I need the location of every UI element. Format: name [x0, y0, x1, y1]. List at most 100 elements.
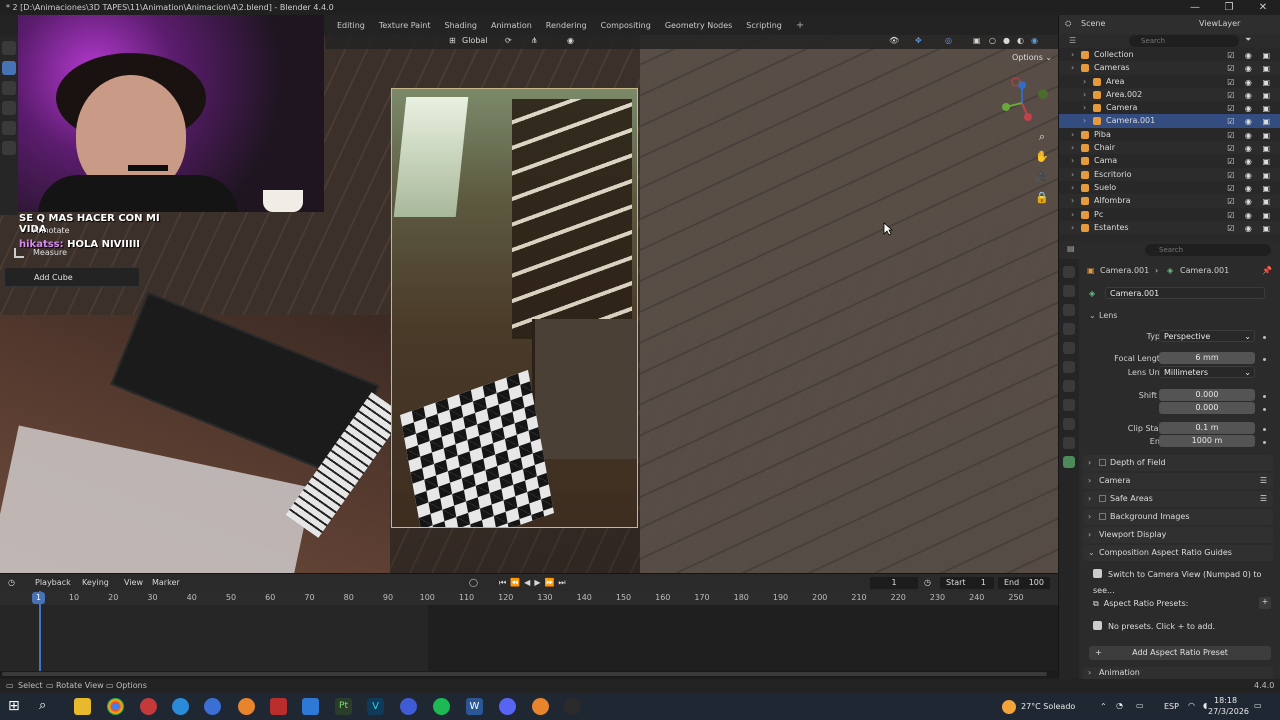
clock-time[interactable]: 18:18 — [1214, 696, 1237, 705]
tray-overflow-icon[interactable]: ⌃ — [1100, 702, 1107, 711]
pivot-icon[interactable]: ⟳ — [505, 36, 512, 45]
language-indicator[interactable]: ESP — [1164, 702, 1179, 711]
substance-painter-icon[interactable]: Pt — [335, 698, 352, 715]
workspace-tab[interactable]: Shading — [438, 21, 485, 30]
expand-arrow-icon[interactable]: › — [1071, 141, 1074, 154]
expand-arrow-icon[interactable]: › — [1071, 194, 1074, 207]
properties-search-input[interactable]: Search — [1145, 244, 1271, 256]
app-icon[interactable] — [400, 698, 417, 715]
navigation-gizmo[interactable] — [996, 77, 1048, 129]
record-icon[interactable]: ◯ — [469, 578, 478, 587]
outliner-row[interactable]: › Piba ☑ ◉ ▣ — [1059, 128, 1280, 141]
overlays-icon[interactable]: ◎ — [945, 36, 952, 45]
visibility-icon[interactable]: 👁 — [889, 36, 899, 45]
visibility-toggles[interactable]: ☑ ◉ ▣ — [1227, 182, 1274, 195]
blender-menu-icon[interactable] — [2, 41, 16, 55]
workspace-tab[interactable]: Geometry Nodes — [658, 21, 739, 30]
visibility-toggles[interactable]: ☑ ◉ ▣ — [1227, 76, 1274, 89]
snap-icon[interactable]: ⋔ — [531, 36, 538, 45]
camera-view-icon[interactable]: 🎥 — [1035, 170, 1049, 184]
constraints-tab-icon[interactable] — [1063, 437, 1075, 449]
chrome-icon[interactable] — [107, 698, 124, 715]
app-icon[interactable] — [204, 698, 221, 715]
tool-annotate[interactable]: Annotate — [4, 225, 140, 236]
animate-dot[interactable] — [1263, 358, 1266, 361]
rotate-tool-icon[interactable] — [2, 121, 16, 135]
depth-of-field-panel[interactable]: › Depth of Field — [1083, 455, 1273, 471]
focal-length-field[interactable]: 6 mm — [1159, 352, 1255, 364]
expand-arrow-icon[interactable]: › — [1071, 128, 1074, 141]
viewlayer-selector[interactable]: ViewLayer — [1199, 19, 1240, 28]
expand-arrow-icon[interactable]: › — [1071, 181, 1074, 194]
shift-x-field[interactable]: 0.000 — [1159, 389, 1255, 401]
windows-start-icon[interactable]: ⊞ — [8, 698, 25, 715]
tool-add-cube[interactable]: Add Cube — [4, 267, 140, 287]
word-icon[interactable]: W — [466, 698, 483, 715]
shading-wire-icon[interactable]: ○ — [989, 36, 996, 45]
opera-icon[interactable] — [140, 698, 157, 715]
outliner-row[interactable]: › Estantes ☑ ◉ ▣ — [1059, 220, 1280, 235]
orientation-icon[interactable]: ⊞ — [449, 36, 456, 45]
lens-collapse-icon[interactable]: ⌄ — [1089, 311, 1096, 320]
scene-icon[interactable]: ⛭ — [1065, 19, 1071, 29]
properties-editor-icon[interactable]: ▤ — [1067, 244, 1075, 253]
visibility-toggles[interactable]: ☑ ◉ ▣ — [1227, 129, 1274, 142]
visibility-toggles[interactable]: ☑ ◉ ▣ — [1227, 142, 1274, 155]
expand-arrow-icon[interactable]: › — [1083, 88, 1086, 101]
visibility-toggles[interactable]: ☑ ◉ ▣ — [1227, 62, 1274, 75]
visibility-toggles[interactable]: ☑ ◉ ▣ — [1227, 155, 1274, 168]
expand-arrow-icon[interactable]: › — [1071, 208, 1074, 221]
clock-date[interactable]: 27/3/2026 — [1208, 707, 1249, 716]
add-workspace-button[interactable]: + — [789, 20, 811, 31]
zoom-icon[interactable]: ⌕ — [1035, 130, 1049, 144]
current-frame-field[interactable]: 1 — [870, 577, 918, 589]
close-button[interactable]: ✕ — [1246, 0, 1280, 15]
pin-icon[interactable]: 📌 — [1262, 266, 1272, 275]
clip-end-field[interactable]: 1000 m — [1159, 435, 1255, 447]
shift-y-field[interactable]: 0.000 — [1159, 402, 1255, 414]
expand-arrow-icon[interactable]: › — [1071, 168, 1074, 181]
workspace-tab[interactable]: Compositing — [594, 21, 658, 30]
weather-icon[interactable] — [1002, 700, 1016, 714]
shading-solid-icon[interactable]: ● — [1003, 36, 1010, 45]
edge-icon[interactable] — [172, 698, 189, 715]
network-icon[interactable]: ▭ — [1136, 701, 1144, 710]
background-images-panel[interactable]: › Background Images — [1083, 509, 1273, 525]
workspace-tab[interactable]: Scripting — [739, 21, 789, 30]
clock-icon[interactable]: ◷ — [924, 578, 931, 587]
minimize-button[interactable]: — — [1178, 0, 1212, 15]
visibility-toggles[interactable]: ☑ ◉ ▣ — [1227, 115, 1274, 128]
outliner-row[interactable]: › Area.002 ☑ ◉ ▣ — [1059, 87, 1280, 102]
outliner-row[interactable]: › Escritorio ☑ ◉ ▣ — [1059, 167, 1280, 181]
volume-icon[interactable]: ◖ — [1203, 701, 1207, 710]
xray-icon[interactable]: ▣ — [973, 36, 981, 45]
viewport-display-panel[interactable]: › Viewport Display — [1083, 527, 1273, 543]
vegas-icon[interactable]: V — [367, 698, 384, 715]
visibility-toggles[interactable]: ☑ ◉ ▣ — [1227, 89, 1274, 102]
visibility-toggles[interactable]: ☑ ◉ ▣ — [1227, 195, 1274, 208]
file-explorer-icon[interactable] — [74, 698, 91, 715]
filter-icon[interactable]: ⏷ — [1245, 35, 1251, 45]
expand-arrow-icon[interactable]: › — [1083, 75, 1086, 88]
lens-unit-select[interactable]: Millimeters ⌄ — [1159, 366, 1255, 378]
editor-type-icon[interactable]: ◷ — [8, 578, 15, 587]
tool-measure[interactable]: Measure — [4, 243, 140, 263]
blender-icon[interactable] — [238, 698, 255, 715]
expand-arrow-icon[interactable]: › — [1071, 61, 1074, 74]
tool-tab-icon[interactable] — [1063, 266, 1075, 278]
marker-menu[interactable]: Marker — [152, 578, 180, 587]
composition-guides-panel[interactable]: ⌄ Composition Aspect Ratio Guides — [1083, 545, 1273, 561]
lens-type-select[interactable]: Perspective ⌄ — [1159, 330, 1255, 342]
output-tab-icon[interactable] — [1063, 304, 1075, 316]
animation-panel[interactable]: › Animation — [1083, 667, 1273, 679]
move-tool-icon[interactable] — [2, 101, 16, 115]
photos-icon[interactable] — [302, 698, 319, 715]
start-frame-field[interactable]: Start 1 — [940, 577, 994, 589]
maximize-button[interactable]: ❐ — [1212, 0, 1246, 15]
expand-arrow-icon[interactable]: › — [1071, 48, 1074, 61]
playhead-frame-label[interactable]: 1 — [32, 592, 45, 604]
expand-arrow-icon[interactable]: › — [1071, 221, 1074, 234]
visibility-toggles[interactable]: ☑ ◉ ▣ — [1227, 209, 1274, 222]
safe-areas-panel[interactable]: › Safe Areas ☰ — [1083, 491, 1273, 507]
notification-icon[interactable]: ▭ — [1254, 701, 1262, 710]
